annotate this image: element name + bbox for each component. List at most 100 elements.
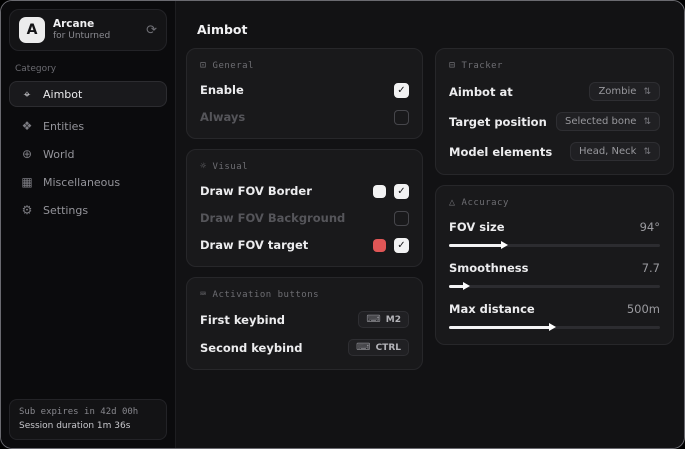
right-column: ⊟ Tracker Aimbot at Zombie ⇅ Tar bbox=[435, 48, 674, 345]
sidebar-item-label: World bbox=[43, 148, 75, 161]
gear-icon: ⚙ bbox=[20, 203, 34, 217]
category-label: Category bbox=[15, 64, 161, 74]
setting-label: Second keybind bbox=[200, 341, 302, 355]
sun-icon: ☼ bbox=[200, 161, 207, 172]
brand-text: Arcane for Unturned bbox=[53, 18, 110, 42]
content-columns: ⊡ General Enable ✓ Always ✓ bbox=[176, 37, 685, 370]
slider-thumb[interactable] bbox=[463, 282, 470, 290]
sidebar-item-label: Entities bbox=[43, 120, 84, 133]
setting-row-aimbot-at: Aimbot at Zombie ⇅ bbox=[449, 82, 660, 101]
sidebar-nav: ⌖ Aimbot ❖ Entities ⊕ World ▦ Miscellane… bbox=[9, 81, 167, 225]
max-distance-slider[interactable] bbox=[449, 323, 660, 331]
scan-icon: ⊟ bbox=[449, 60, 456, 71]
fov-border-color-swatch[interactable] bbox=[373, 185, 386, 198]
fov-background-checkbox[interactable]: ✓ bbox=[394, 211, 409, 226]
setting-label: First keybind bbox=[200, 313, 285, 327]
general-card: ⊡ General Enable ✓ Always ✓ bbox=[186, 48, 423, 139]
main-panel: Aimbot ⊡ General Enable ✓ bbox=[176, 1, 685, 448]
sliders-icon: ⊡ bbox=[200, 60, 207, 71]
setting-label: FOV size bbox=[449, 220, 505, 234]
chevrons-up-down-icon: ⇅ bbox=[643, 147, 651, 157]
brand-card: A Arcane for Unturned ⟳ bbox=[9, 9, 167, 51]
section-title: Accuracy bbox=[462, 198, 509, 208]
setting-row-fov-border: Draw FOV Border ✓ bbox=[200, 183, 409, 199]
setting-row-fov-background: Draw FOV Background ✓ bbox=[200, 210, 409, 226]
smoothness-slider[interactable] bbox=[449, 282, 660, 290]
section-title: Visual bbox=[213, 162, 249, 172]
model-elements-dropdown[interactable]: Head, Neck ⇅ bbox=[570, 142, 660, 161]
slider-track bbox=[449, 285, 660, 288]
globe-icon: ⊕ bbox=[20, 147, 34, 161]
session-duration-text: Session duration 1m 36s bbox=[19, 420, 157, 434]
sidebar-item-label: Settings bbox=[43, 204, 88, 217]
crosshair-icon: ⌖ bbox=[20, 87, 34, 102]
setting-row-always: Always ✓ bbox=[200, 109, 409, 125]
setting-row-model-elements: Model elements Head, Neck ⇅ bbox=[449, 142, 660, 161]
sidebar-item-label: Aimbot bbox=[43, 88, 82, 101]
section-title: Tracker bbox=[462, 61, 503, 71]
tracker-card: ⊟ Tracker Aimbot at Zombie ⇅ Tar bbox=[435, 48, 674, 175]
setting-row-target-position: Target position Selected bone ⇅ bbox=[449, 112, 660, 131]
subscription-info-card: Sub expires in 42d 00h Session duration … bbox=[9, 399, 167, 440]
dropdown-value: Selected bone bbox=[565, 116, 636, 127]
dropdown-value: Zombie bbox=[598, 86, 636, 97]
setting-label: Enable bbox=[200, 83, 244, 97]
activation-buttons-card: ⌨ Activation buttons First keybind ⌨ M2 bbox=[186, 277, 423, 370]
enable-checkbox[interactable]: ✓ bbox=[394, 83, 409, 98]
sidebar: A Arcane for Unturned ⟳ Category ⌖ Aimbo… bbox=[1, 1, 176, 448]
dropdown-value: Head, Neck bbox=[579, 146, 636, 157]
activation-section-header: ⌨ Activation buttons bbox=[200, 289, 409, 300]
target-position-dropdown[interactable]: Selected bone ⇅ bbox=[556, 112, 660, 131]
always-checkbox[interactable]: ✓ bbox=[394, 110, 409, 125]
section-title: Activation buttons bbox=[213, 290, 320, 300]
first-keybind-button[interactable]: ⌨ M2 bbox=[358, 311, 409, 328]
slider-fill bbox=[449, 244, 504, 247]
accuracy-card: △ Accuracy FOV size 94° bbox=[435, 185, 674, 345]
setting-label: Smoothness bbox=[449, 261, 528, 275]
setting-row-second-keybind: Second keybind ⌨ CTRL bbox=[200, 339, 409, 356]
setting-label: Target position bbox=[449, 115, 547, 129]
section-title: General bbox=[213, 61, 254, 71]
setting-label: Always bbox=[200, 110, 245, 124]
setting-row-max-distance: Max distance 500m bbox=[449, 302, 660, 331]
setting-row-smoothness: Smoothness 7.7 bbox=[449, 261, 660, 290]
setting-row-fov-target: Draw FOV target ✓ bbox=[200, 237, 409, 253]
visual-section-header: ☼ Visual bbox=[200, 161, 409, 172]
setting-label: Draw FOV Border bbox=[200, 184, 312, 198]
fov-target-color-swatch[interactable] bbox=[373, 239, 386, 252]
app-name: Arcane bbox=[53, 18, 110, 31]
keybind-value: CTRL bbox=[376, 343, 401, 353]
fov-target-checkbox[interactable]: ✓ bbox=[394, 238, 409, 253]
smoothness-value: 7.7 bbox=[642, 261, 660, 275]
setting-row-enable: Enable ✓ bbox=[200, 82, 409, 98]
accuracy-section-header: △ Accuracy bbox=[449, 197, 660, 208]
sidebar-item-miscellaneous[interactable]: ▦ Miscellaneous bbox=[9, 169, 167, 195]
sidebar-item-entities[interactable]: ❖ Entities bbox=[9, 113, 167, 139]
slider-thumb[interactable] bbox=[501, 241, 508, 249]
setting-row-fov-size: FOV size 94° bbox=[449, 220, 660, 249]
app-logo: A bbox=[19, 17, 45, 43]
chevrons-up-down-icon: ⇅ bbox=[643, 117, 651, 127]
triangle-icon: △ bbox=[449, 197, 456, 208]
left-column: ⊡ General Enable ✓ Always ✓ bbox=[186, 48, 423, 370]
setting-label: Aimbot at bbox=[449, 85, 513, 99]
app-window: A Arcane for Unturned ⟳ Category ⌖ Aimbo… bbox=[0, 0, 685, 449]
slider-thumb[interactable] bbox=[549, 323, 556, 331]
chevrons-up-down-icon: ⇅ bbox=[643, 87, 651, 97]
fov-border-checkbox[interactable]: ✓ bbox=[394, 184, 409, 199]
sidebar-item-world[interactable]: ⊕ World bbox=[9, 141, 167, 167]
page-title: Aimbot bbox=[176, 1, 685, 37]
sidebar-item-settings[interactable]: ⚙ Settings bbox=[9, 197, 167, 223]
slider-fill bbox=[449, 326, 552, 329]
sidebar-item-label: Miscellaneous bbox=[43, 176, 120, 189]
refresh-icon[interactable]: ⟳ bbox=[146, 23, 157, 38]
tracker-section-header: ⊟ Tracker bbox=[449, 60, 660, 71]
entities-icon: ❖ bbox=[20, 119, 34, 133]
app-subtitle: for Unturned bbox=[53, 31, 110, 42]
max-distance-value: 500m bbox=[627, 302, 660, 316]
aimbot-at-dropdown[interactable]: Zombie ⇅ bbox=[589, 82, 660, 101]
setting-label: Draw FOV target bbox=[200, 238, 308, 252]
fov-size-slider[interactable] bbox=[449, 241, 660, 249]
second-keybind-button[interactable]: ⌨ CTRL bbox=[348, 339, 409, 356]
sidebar-item-aimbot[interactable]: ⌖ Aimbot bbox=[9, 81, 167, 107]
